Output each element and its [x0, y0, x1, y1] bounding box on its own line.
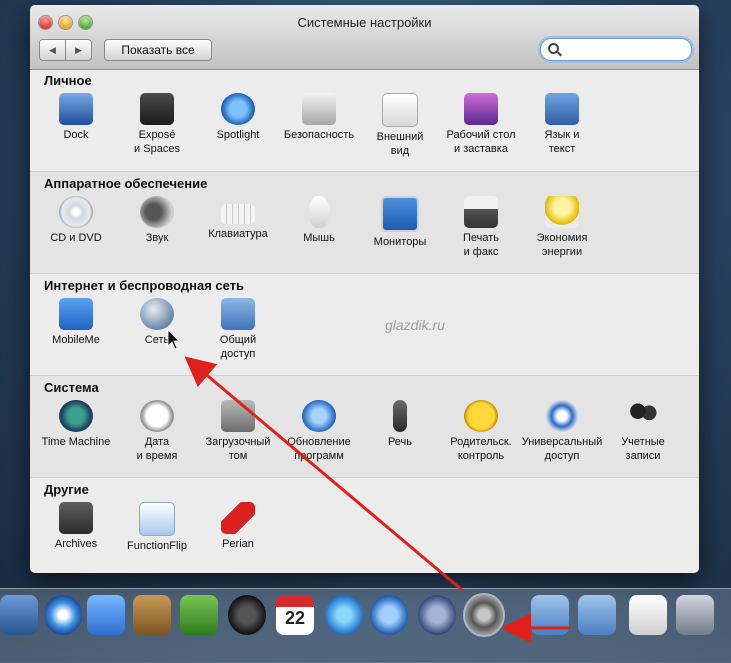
- annotation-arrow-network: [184, 356, 463, 592]
- annotation-overlay: [167, 329, 570, 643]
- mouse-cursor-icon: [167, 329, 180, 350]
